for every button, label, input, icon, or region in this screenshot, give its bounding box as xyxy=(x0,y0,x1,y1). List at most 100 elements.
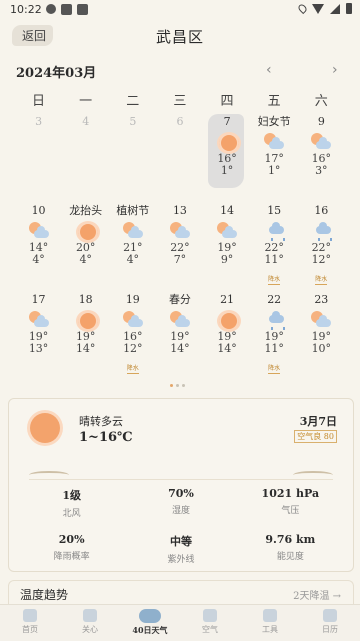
nav-label: 工具 xyxy=(262,625,278,634)
rain-icon xyxy=(264,311,286,330)
metric-uv: 中等 紫外线 xyxy=(126,533,235,565)
nav-40day[interactable]: 40日天气 xyxy=(120,605,180,641)
metric-visibility: 9.76 km 能见度 xyxy=(236,533,345,565)
calendar-day[interactable]: 16 22° 12° 降水 xyxy=(298,203,345,292)
low-temp: 4° xyxy=(79,253,92,266)
day-label: 21 xyxy=(220,293,235,306)
prev-month-button[interactable]: ‹ xyxy=(266,62,272,78)
air-quality-badge: 空气良 80 xyxy=(294,430,337,443)
calendar-day[interactable]: 妇女节 17° 1° xyxy=(251,114,298,203)
calendar-day[interactable]: 春分 19° 14° xyxy=(156,292,203,381)
day-label: 植树节 xyxy=(116,204,150,217)
selected-date: 3月7日 xyxy=(299,415,337,428)
calendar-day[interactable]: 23 19° 10° xyxy=(298,292,345,381)
calendar-day[interactable]: 5 xyxy=(109,114,156,203)
low-temp: 14° xyxy=(75,342,96,355)
calendar-day[interactable]: 14 19° 9° xyxy=(204,203,251,292)
calendar-day[interactable]: 10 14° 4° xyxy=(15,203,62,292)
metric-rain-probability: 20% 降雨概率 xyxy=(17,533,126,565)
calendar-icon xyxy=(323,609,337,622)
metric-value: 9.76 km xyxy=(265,533,316,546)
precipitation-tag: 降水 xyxy=(268,276,281,285)
partly-cloudy-icon xyxy=(122,311,143,329)
metric-value: 70% xyxy=(168,487,194,500)
notification-icon xyxy=(46,4,56,14)
nav-label: 关心 xyxy=(82,625,98,634)
calendar-day[interactable]: 7 16° 1° xyxy=(204,114,251,203)
low-temp: 1° xyxy=(267,164,281,177)
day-label: 19 xyxy=(125,293,140,306)
metric-value: 20% xyxy=(58,533,85,546)
bottom-nav: 首页 关心 40日天气 空气 工具 日历 xyxy=(0,604,360,641)
weekday-label: 日 xyxy=(32,94,46,109)
weekday-label: 五 xyxy=(267,94,281,109)
day-label: 6 xyxy=(176,115,184,128)
status-time: 10:22 xyxy=(10,3,42,16)
calendar-day[interactable]: 3 xyxy=(15,114,62,203)
trend-link[interactable]: 2天降温 → xyxy=(293,587,341,602)
calendar-day[interactable]: 19 16° 12° 降水 xyxy=(109,292,156,381)
metric-wind: 1级 北风 xyxy=(17,487,126,519)
low-temp: 12° xyxy=(311,253,332,266)
nav-label: 40日天气 xyxy=(132,625,168,635)
calendar-day[interactable]: 4 xyxy=(62,114,109,203)
day-label: 9 xyxy=(317,115,325,128)
calendar-day[interactable]: 9 16° 3° xyxy=(298,114,345,203)
calendar-day[interactable]: 21 19° 14° xyxy=(204,292,251,381)
nav-home[interactable]: 首页 xyxy=(0,605,60,641)
calendar-day[interactable]: 15 22° 11° 降水 xyxy=(251,203,298,292)
day-label: 4 xyxy=(82,115,90,128)
temperature-trend-section[interactable]: 温度趋势 2天降温 → xyxy=(8,580,354,605)
low-temp: 4° xyxy=(126,253,140,266)
today-weather-card[interactable]: 晴转多云 1~16℃ 3月7日 空气良 80 1级 北风 70% 湿度 1021 h… xyxy=(8,398,354,572)
day-label: 18 xyxy=(78,293,93,306)
metric-pressure: 1021 hPa 气压 xyxy=(236,487,345,519)
month-label: 2024年03月 xyxy=(16,66,97,81)
day-label: 13 xyxy=(172,204,187,217)
calendar-day[interactable]: 13 22° 7° xyxy=(156,203,203,292)
rain-icon xyxy=(264,222,286,241)
next-month-button[interactable]: › xyxy=(332,62,338,78)
calendar-week-row: 3 4 5 6 7 16° 1° 妇女节 17° 1° 9 16° 3° xyxy=(15,114,345,203)
low-temp: 10° xyxy=(311,342,332,355)
calendar-day[interactable]: 植树节 21° 4° xyxy=(109,203,156,292)
calendar-day[interactable]: 18 19° 14° xyxy=(62,292,109,381)
partly-cloudy-icon xyxy=(169,222,190,240)
nav-label: 日历 xyxy=(322,625,338,634)
partly-cloudy-icon xyxy=(122,222,143,240)
weekday-label: 三 xyxy=(173,94,187,109)
precipitation-tag: 降水 xyxy=(126,365,139,374)
nav-air[interactable]: 空气 xyxy=(180,605,240,641)
low-temp: 1° xyxy=(220,164,234,177)
metric-humidity: 70% 湿度 xyxy=(126,487,235,519)
heart-icon xyxy=(83,609,97,622)
calendar-day[interactable]: 17 19° 13° xyxy=(15,292,62,381)
precipitation-tag: 降水 xyxy=(315,276,328,285)
low-temp: 11° xyxy=(264,253,284,266)
metric-key: 降雨概率 xyxy=(53,552,90,562)
day-label: 春分 xyxy=(168,293,191,306)
partly-cloudy-icon xyxy=(28,222,49,240)
temperature-range: 1~16℃ xyxy=(79,430,133,445)
low-temp: 14° xyxy=(217,342,237,355)
day-label: 妇女节 xyxy=(257,115,291,128)
rain-icon xyxy=(311,222,333,241)
metric-key: 紫外线 xyxy=(167,555,195,565)
calendar-day[interactable]: 龙抬头 20° 4° xyxy=(62,203,109,292)
nav-calendar[interactable]: 日历 xyxy=(300,605,360,641)
sun-icon xyxy=(77,223,98,241)
calendar-day[interactable]: 22 19° 11° 降水 xyxy=(251,292,298,381)
low-temp: 11° xyxy=(264,342,284,355)
nav-tools[interactable]: 工具 xyxy=(240,605,300,641)
wifi-icon xyxy=(312,3,324,14)
calendar-week-row: 17 19° 13° 18 19° 14° 19 16° 12° 降水 春分 19° 14° 21 19° 1… xyxy=(15,292,345,381)
weekday-label: 六 xyxy=(314,94,328,109)
day-label: 7 xyxy=(223,115,231,128)
day-label: 3 xyxy=(35,115,43,128)
partly-cloudy-icon xyxy=(311,311,332,329)
nav-care[interactable]: 关心 xyxy=(60,605,120,641)
font-notification-icon xyxy=(77,4,88,15)
calendar-day[interactable]: 6 xyxy=(156,114,203,203)
metric-key: 北风 xyxy=(62,509,81,519)
signal-icon xyxy=(330,3,340,14)
